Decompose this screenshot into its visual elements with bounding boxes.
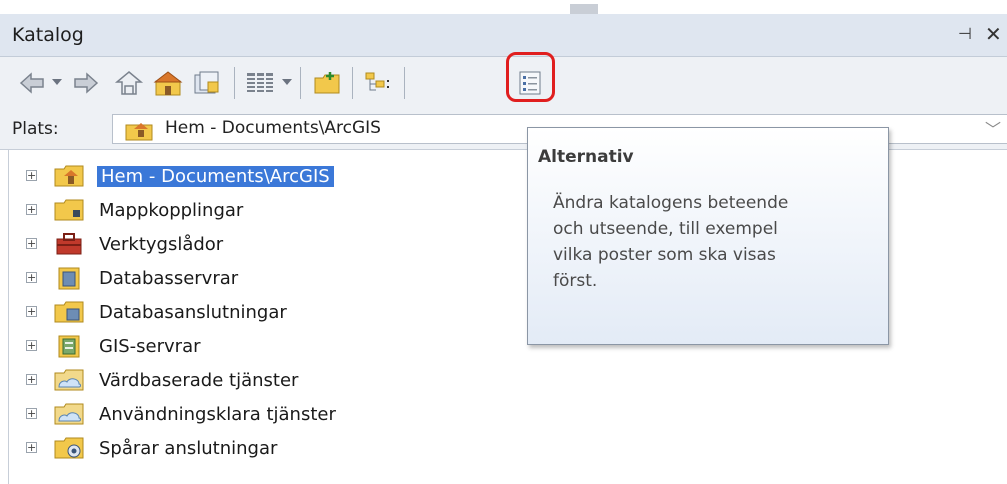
tree-item-home[interactable]: + Hem - Documents\ArcGIS (9, 160, 529, 192)
tree-item-label: Hem - Documents\ArcGIS (97, 166, 334, 187)
tooltip-line: först. (553, 271, 598, 291)
chevron-down-icon[interactable]: ﹀ (985, 116, 1001, 140)
tree-item-label: GIS-servrar (99, 336, 201, 357)
catalog-toolbar (0, 57, 1007, 109)
close-icon[interactable]: ✕ (985, 22, 1002, 46)
tooltip-line: och utseende, till exempel (553, 219, 778, 239)
tree-item-label: Databasservrar (99, 268, 239, 289)
tree-item-label: Användningsklara tjänster (99, 404, 336, 425)
window-title: Katalog (12, 24, 84, 46)
tree-item-label: Verktygslådor (99, 234, 224, 255)
toolbar-separator (234, 67, 235, 99)
tree-toggle-icon[interactable] (362, 70, 394, 96)
tree-item-database-connections[interactable]: + Databasanslutningar (9, 296, 529, 328)
tree-item-toolboxes[interactable]: + Verktygslådor (9, 228, 529, 260)
back-arrow-icon[interactable] (18, 70, 46, 96)
catalog-titlebar: Katalog ⊣ ✕ (0, 14, 1007, 57)
expand-icon[interactable]: + (26, 306, 37, 317)
expand-icon[interactable]: + (26, 374, 37, 385)
splitter-grip[interactable] (570, 4, 598, 14)
expand-icon[interactable]: + (26, 442, 37, 453)
tree-item-folder-connections[interactable]: + Mappkopplingar (9, 194, 529, 226)
home-folder-icon (53, 164, 85, 192)
back-dropdown-icon[interactable] (52, 79, 62, 85)
home-folder-icon[interactable] (152, 70, 184, 96)
top-strip (0, 0, 1007, 14)
tree-item-label: Databasanslutningar (99, 302, 287, 323)
tree-item-label: Mappkopplingar (99, 200, 244, 221)
tracking-connection-icon (53, 436, 85, 464)
home-folder-icon (124, 119, 154, 145)
tree-item-label: Spårar anslutningar (99, 438, 278, 459)
tree-item-gis-servers[interactable]: + GIS-servrar (9, 330, 529, 362)
view-grid-icon[interactable] (244, 70, 276, 96)
gis-server-icon (53, 334, 85, 362)
tooltip-line: vilka poster som ska visas (553, 245, 776, 265)
ready-services-icon (53, 402, 85, 430)
tree-item-label: Värdbaserade tjänster (99, 370, 299, 391)
tooltip-title: Alternativ (538, 147, 634, 167)
folder-connection-icon (53, 198, 85, 226)
pin-icon[interactable]: ⊣ (958, 24, 972, 43)
options-highlight-box (506, 52, 555, 102)
database-server-icon (53, 266, 85, 294)
location-value: Hem - Documents\ArcGIS (165, 118, 381, 138)
expand-icon[interactable]: + (26, 408, 37, 419)
tooltip-line: Ändra katalogens beteende (553, 193, 789, 213)
toolbar-separator (352, 67, 353, 99)
tree-item-tracking-connections[interactable]: + Spårar anslutningar (9, 432, 529, 464)
expand-icon[interactable]: + (26, 272, 37, 283)
catalog-icon[interactable] (191, 70, 223, 96)
database-connection-icon (53, 300, 85, 328)
toolbar-separator (404, 67, 405, 99)
expand-icon[interactable]: + (26, 170, 37, 181)
expand-icon[interactable]: + (26, 340, 37, 351)
location-label: Plats: (12, 119, 59, 139)
forward-arrow-icon[interactable] (72, 70, 100, 96)
hosted-services-icon (53, 368, 85, 396)
expand-icon[interactable]: + (26, 238, 37, 249)
new-folder-icon[interactable] (311, 70, 343, 96)
toolbar-separator (300, 67, 301, 99)
tree-item-database-servers[interactable]: + Databasservrar (9, 262, 529, 294)
tree-item-hosted-services[interactable]: + Värdbaserade tjänster (9, 364, 529, 396)
toolbox-icon (53, 232, 85, 260)
options-tooltip: Alternativ Ändra katalogens beteende och… (527, 127, 889, 345)
tooltip-description: Ändra katalogens beteende och utseende, … (553, 190, 873, 294)
view-dropdown-icon[interactable] (282, 79, 292, 85)
up-folder-icon[interactable] (113, 70, 145, 96)
tree-item-ready-services[interactable]: + Användningsklara tjänster (9, 398, 529, 430)
expand-icon[interactable]: + (26, 204, 37, 215)
